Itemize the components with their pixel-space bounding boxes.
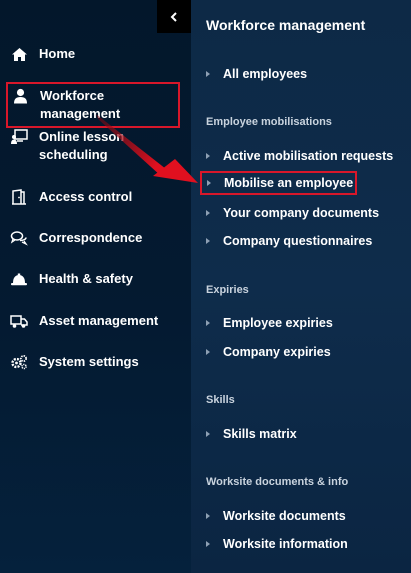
sidebar-item-home[interactable]: Home <box>6 41 180 67</box>
menu-link-employee-expiries[interactable]: Employee expiries <box>206 314 333 332</box>
caret-right-icon <box>206 210 210 216</box>
menu-link-label: Your company documents <box>223 206 380 220</box>
sidebar-item-online-lesson-scheduling[interactable]: Online lesson scheduling <box>6 124 156 168</box>
chat-icon <box>10 229 28 247</box>
sidebar-item-label: Home <box>39 46 76 61</box>
menu-link-worksite-information[interactable]: Worksite information <box>206 535 348 553</box>
caret-right-icon <box>206 349 210 355</box>
user-icon <box>11 87 29 105</box>
menu-link-label: Worksite documents <box>223 509 346 523</box>
section-title-employee-mobilisations: Employee mobilisations <box>206 116 332 128</box>
menu-link-company-questionnaires[interactable]: Company questionnaires <box>206 232 372 250</box>
menu-link-mobilise-an-employee[interactable]: Mobilise an employee <box>200 171 357 195</box>
menu-link-your-company-documents[interactable]: Your company documents <box>206 204 379 222</box>
menu-link-label: Company expiries <box>223 345 331 359</box>
caret-right-icon <box>207 180 211 186</box>
menu-link-all-employees[interactable]: All employees <box>206 65 307 83</box>
lesson-icon <box>10 128 28 146</box>
panel-title: Workforce management <box>206 17 366 33</box>
home-icon <box>10 45 28 63</box>
app-root: Home Workforce management Online lesson … <box>0 0 411 573</box>
section-title-skills: Skills <box>206 394 235 406</box>
menu-link-label: Mobilise an employee <box>224 176 354 190</box>
sidebar-item-label: Asset management <box>39 313 159 328</box>
sidebar-item-label: Workforce management <box>40 88 121 121</box>
menu-link-skills-matrix[interactable]: Skills matrix <box>206 425 297 443</box>
workforce-submenu-panel: Workforce management All employees Emplo… <box>191 0 411 573</box>
sidebar-item-label: Correspondence <box>39 230 143 245</box>
caret-right-icon <box>206 431 210 437</box>
menu-link-label: Active mobilisation requests <box>223 149 394 163</box>
menu-link-worksite-documents[interactable]: Worksite documents <box>206 507 346 525</box>
sidebar-item-label: Access control <box>39 189 133 204</box>
section-title-expiries: Expiries <box>206 284 249 296</box>
sidebar: Home Workforce management Online lesson … <box>0 0 191 573</box>
chevron-left-icon <box>170 11 177 22</box>
sidebar-item-workforce-management[interactable]: Workforce management <box>6 82 180 128</box>
caret-right-icon <box>206 513 210 519</box>
menu-link-label: All employees <box>223 67 308 81</box>
sidebar-item-system-settings[interactable]: System settings <box>6 349 180 375</box>
caret-right-icon <box>206 320 210 326</box>
caret-right-icon <box>206 71 210 77</box>
menu-link-company-expiries[interactable]: Company expiries <box>206 343 331 361</box>
sidebar-item-asset-management[interactable]: Asset management <box>6 308 180 334</box>
menu-link-active-mobilisation-requests[interactable]: Active mobilisation requests <box>206 147 393 165</box>
sidebar-item-correspondence[interactable]: Correspondence <box>6 225 180 251</box>
sidebar-item-label: Online lesson scheduling <box>39 129 125 162</box>
truck-icon <box>10 312 28 330</box>
hardhat-icon <box>10 270 28 288</box>
caret-right-icon <box>206 238 210 244</box>
sidebar-item-health-safety[interactable]: Health & safety <box>6 266 180 292</box>
menu-link-label: Worksite information <box>223 537 348 551</box>
sidebar-item-label: Health & safety <box>39 271 133 286</box>
menu-link-label: Employee expiries <box>223 316 333 330</box>
caret-right-icon <box>206 153 210 159</box>
section-title-worksite-documents-info: Worksite documents & info <box>206 476 349 488</box>
sidebar-item-label: System settings <box>39 354 139 369</box>
caret-right-icon <box>206 541 210 547</box>
collapse-sidebar-button[interactable] <box>157 0 191 33</box>
door-icon <box>10 188 28 206</box>
menu-link-label: Company questionnaires <box>223 234 373 248</box>
sidebar-item-access-control[interactable]: Access control <box>6 184 180 210</box>
menu-link-label: Skills matrix <box>223 427 297 441</box>
gears-icon <box>10 353 28 371</box>
